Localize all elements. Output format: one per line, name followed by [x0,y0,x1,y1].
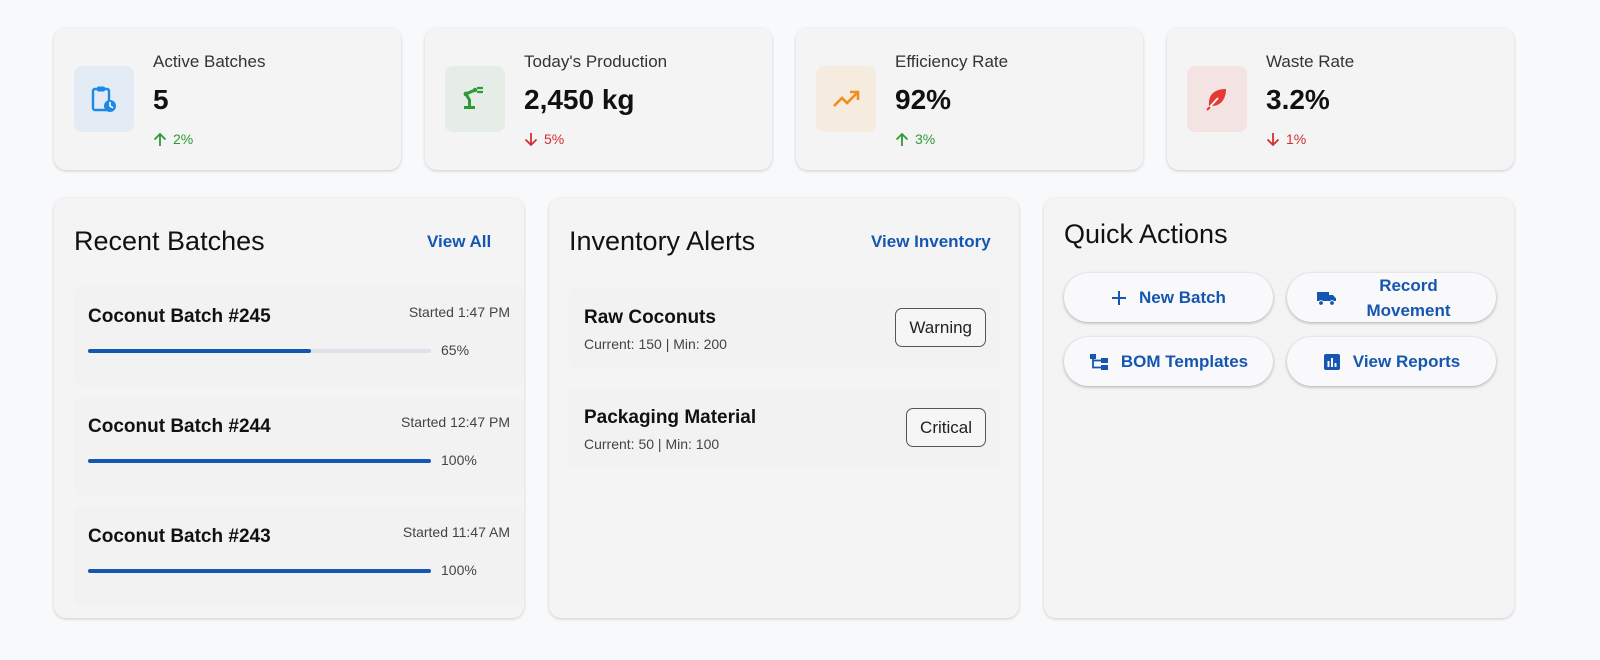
stat-title: Today's Production [524,52,668,71]
panel-title: Recent Batches [74,226,265,256]
batch-start-time: Started 1:47 PM [408,304,510,320]
stat-card-active-batches: Active Batches 5 2% [54,28,401,170]
arrow-down-icon [524,132,538,146]
stat-trend: 2% [153,131,193,147]
alert-item-detail: Current: 50 | Min: 100 [584,436,720,452]
arrow-up-icon [895,132,909,146]
stat-value: 2,450 kg [524,84,635,115]
recent-batches-panel: Recent Batches View All Coconut Batch #2… [54,198,524,618]
batch-start-time: Started 12:47 PM [401,414,510,430]
stat-title: Active Batches [153,52,266,71]
list-item[interactable]: Raw Coconuts Current: 150 | Min: 200 War… [569,288,1001,368]
view-reports-button[interactable]: View Reports [1287,337,1496,386]
button-label: View Reports [1352,351,1461,371]
stat-trend-value: 3% [915,131,936,147]
stat-icon-box [816,66,876,132]
stat-card-todays-production: Today's Production 2,450 kg 5% [425,28,772,170]
progress-track [88,569,431,573]
stat-icon-box [74,66,134,132]
alert-item-name: Raw Coconuts [584,307,716,328]
bar-chart-icon [1323,353,1341,371]
status-badge: Warning [895,308,986,347]
stat-trend-value: 1% [1286,131,1307,147]
stat-icon-box [1187,66,1247,132]
progress-fill [88,349,311,353]
stat-trend-value: 2% [173,131,194,147]
progress-track [88,459,431,463]
precision-manufacturing-icon [463,86,483,109]
button-label: BOM Templates [1120,351,1249,371]
stat-trend-value: 5% [544,131,565,147]
alert-item-name: Packaging Material [584,407,757,428]
arrow-down-icon [1266,132,1280,146]
list-item[interactable]: Coconut Batch #243 Started 11:47 AM 100% [74,506,524,606]
stat-value: 5 [153,84,169,115]
stat-title: Efficiency Rate [895,52,1009,71]
view-inventory-link[interactable]: View Inventory [871,232,991,252]
list-item[interactable]: Coconut Batch #245 Started 1:47 PM 65% [74,286,524,386]
button-label: New Batch [1139,287,1226,307]
truck-icon [1316,290,1338,306]
batch-start-time: Started 11:47 AM [402,524,510,540]
quick-actions-panel: Quick Actions New Batch Record Movement [1044,198,1514,618]
button-label: Record Movement [1366,275,1451,320]
stat-icon-box [445,66,505,132]
stat-card-waste-rate: Waste Rate 3.2% 1% [1167,28,1514,170]
progress-fill [88,569,431,573]
view-all-link[interactable]: View All [427,232,491,252]
progress-fill [88,459,431,463]
plus-icon [1111,290,1127,306]
record-movement-button[interactable]: Record Movement [1287,273,1496,322]
list-item[interactable]: Packaging Material Current: 50 | Min: 10… [569,388,1001,468]
progress-label: 100% [441,562,477,578]
progress-label: 100% [441,452,477,468]
stat-title: Waste Rate [1266,52,1355,71]
batch-name: Coconut Batch #245 [88,306,271,327]
progress-track [88,349,431,353]
panel-title: Inventory Alerts [569,226,756,256]
list-item[interactable]: Coconut Batch #244 Started 12:47 PM 100% [74,396,524,496]
batch-name: Coconut Batch #244 [88,416,271,437]
bom-templates-button[interactable]: BOM Templates [1064,337,1273,386]
new-batch-button[interactable]: New Batch [1064,273,1273,322]
stat-card-efficiency-rate: Efficiency Rate 92% 3% [796,28,1143,170]
stat-value: 3.2% [1266,84,1330,115]
stat-trend: 1% [1266,131,1306,147]
hierarchy-icon [1089,353,1109,371]
stat-value: 92% [895,84,952,115]
eco-leaf-icon [1206,89,1226,111]
progress-label: 65% [441,342,470,358]
batch-name: Coconut Batch #243 [88,526,271,547]
stat-trend: 5% [524,131,564,147]
alert-item-detail: Current: 150 | Min: 200 [584,336,727,352]
trending-up-icon [833,90,860,107]
arrow-up-icon [153,132,167,146]
status-badge: Critical [906,408,986,447]
stat-trend: 3% [895,131,935,147]
panel-title: Quick Actions [1064,219,1228,249]
inventory-alerts-panel: Inventory Alerts View Inventory Raw Coco… [549,198,1019,618]
clipboard-clock-icon [91,86,116,112]
